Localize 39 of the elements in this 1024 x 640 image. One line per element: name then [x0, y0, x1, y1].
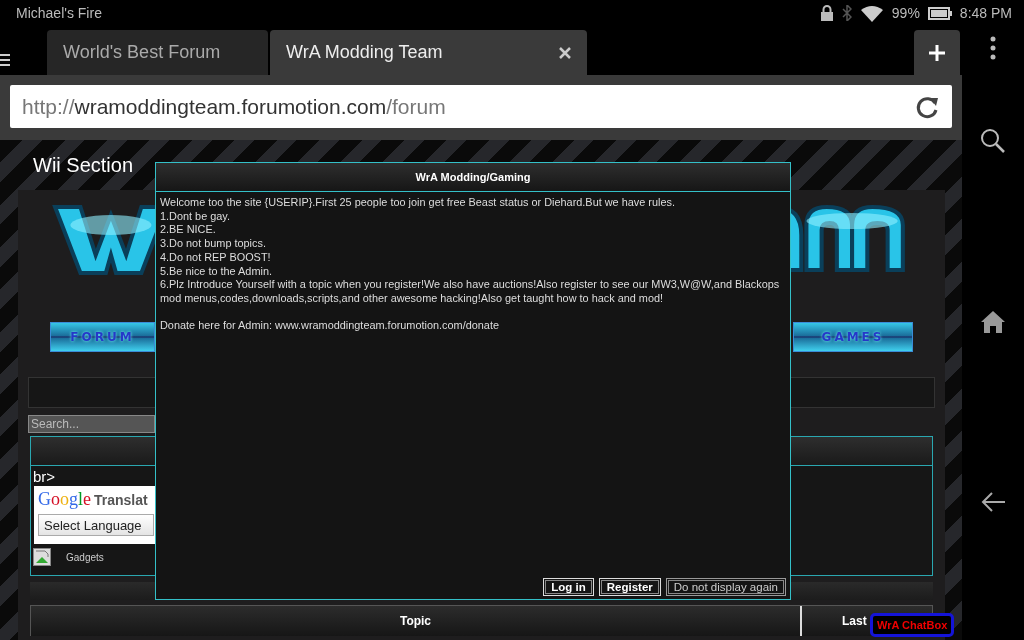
dialog-title: WrA Modding/Gaming: [415, 171, 531, 183]
address-field[interactable]: http://wramoddingteam.forumotion.com/forum: [10, 85, 952, 128]
bluetooth-icon: [841, 5, 852, 21]
donate-text: Donate here for Admin: www.wramoddingteam.forumotion.com/donate: [160, 319, 500, 333]
dialog-text: 4.Do not REP BOOST!: [160, 250, 272, 265]
browser-tab[interactable]: WrA Modding Team: [270, 30, 587, 75]
wifi-icon: [859, 4, 884, 22]
browser-tab[interactable]: World's Best Forum: [47, 30, 268, 75]
close-icon[interactable]: [559, 46, 571, 59]
home-icon[interactable]: [980, 310, 1006, 334]
chatbox-button[interactable]: WrA ChatBox: [870, 613, 955, 637]
dialog-text: Welcome too the site {USERIP}.First 25 people too join get free Beast status or Diehard.But we have rules.: [160, 196, 676, 210]
battery-icon: [927, 6, 952, 20]
column-header: Topic: [398, 613, 433, 630]
search-field[interactable]: Search...: [28, 415, 155, 433]
gadgets-label: Gadgets: [66, 551, 104, 563]
translate-label: Translat: [94, 492, 148, 508]
search-icon[interactable]: [980, 128, 1006, 154]
plus-icon: [928, 43, 946, 62]
nav-link[interactable]: Wii Section: [33, 153, 134, 177]
language-select[interactable]: Select Language: [38, 514, 154, 536]
dialog-text: 1.Dont be gay.: [160, 209, 232, 224]
overflow-menu-icon[interactable]: [990, 36, 996, 60]
google-logo: Google: [38, 489, 91, 509]
clock: 8:48 PM: [959, 5, 1012, 21]
back-icon[interactable]: [980, 491, 1006, 513]
dialog-button[interactable]: Log in: [543, 578, 594, 596]
carrier-name: Michael's Fire: [16, 5, 102, 21]
battery-percent: 99%: [891, 5, 920, 21]
dialog-text: 6.Plz Introduce Yourself with a topic when you register!We also have auctions!Also register to see our MW3,W@W,and Blackops mod menus,codes,downloads,scripts,and other awesome hacking!Also get taught how to hack and mod!: [160, 278, 781, 306]
stray-text: br>: [33, 468, 56, 485]
lock-icon: [819, 5, 834, 21]
dialog-text: 5.Be nice to the Admin.: [160, 264, 273, 279]
dialog-button[interactable]: Register: [598, 578, 661, 596]
dialog-text: 2.BE NICE.: [160, 223, 217, 238]
dialog-text: 3.Do not bump topics.: [160, 237, 267, 251]
new-tab-button[interactable]: [914, 30, 960, 75]
dialog-button[interactable]: Do not display again: [665, 578, 786, 596]
broken-image-icon: [33, 548, 51, 566]
